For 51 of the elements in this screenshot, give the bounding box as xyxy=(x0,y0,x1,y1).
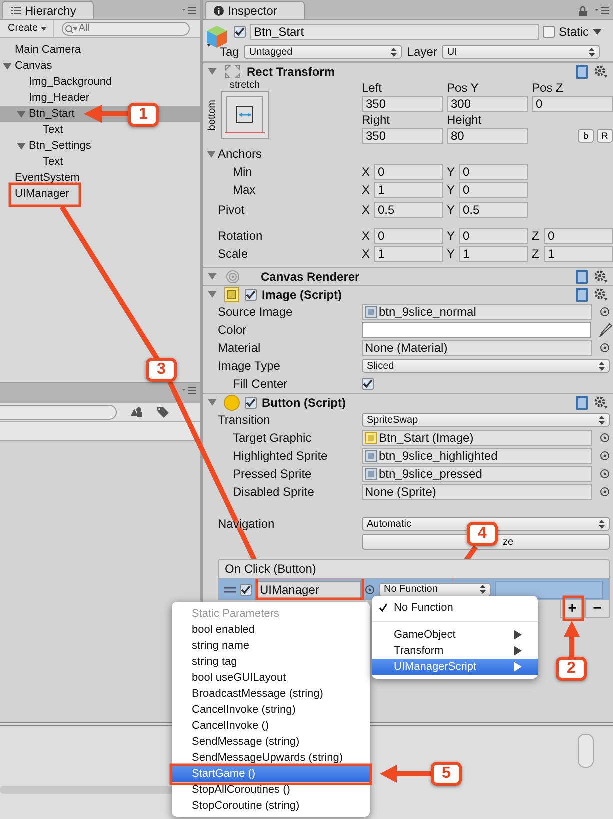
axis-label: X xyxy=(362,229,372,243)
component-title: Button (Script) xyxy=(262,396,346,410)
axis-label: Z xyxy=(532,229,540,243)
step-badge: 1 xyxy=(128,103,159,127)
property-label: Color xyxy=(217,323,248,337)
property-label: Source Image xyxy=(217,305,294,319)
step-badge: 4 xyxy=(467,522,498,546)
field-label: Pos Z xyxy=(532,81,564,96)
property-label: Min xyxy=(232,165,254,179)
axis-label: Y xyxy=(447,229,456,243)
event-list-header: On Click (Button) xyxy=(218,559,610,579)
component-title: Image (Script) xyxy=(262,288,342,302)
component-title: Canvas Renderer xyxy=(261,270,360,284)
foldout-label: Anchors xyxy=(218,147,262,161)
property-label: Material xyxy=(217,341,262,355)
property-label: Pivot xyxy=(217,203,246,217)
layer-label: Layer xyxy=(407,45,438,60)
axis-label: X xyxy=(362,203,372,217)
property-label: Pressed Sprite xyxy=(232,467,313,481)
axis-label: X xyxy=(362,165,372,179)
field-label: Left xyxy=(362,81,384,96)
step-badge: 5 xyxy=(431,762,462,786)
menu-header: Static Parameters xyxy=(191,607,280,622)
anchor-side-label: bottom xyxy=(207,100,218,130)
axis-label: X xyxy=(362,247,372,261)
property-label: Image Type xyxy=(217,359,282,373)
component-title: Rect Transform xyxy=(247,64,336,78)
axis-label: Y xyxy=(447,183,456,197)
axis-label: Z xyxy=(532,247,540,261)
static-label: Static xyxy=(559,24,590,39)
tab-title: Hierarchy xyxy=(25,4,76,18)
property-label: Max xyxy=(232,183,257,197)
property-label: Transition xyxy=(217,413,272,427)
axis-label: Y xyxy=(447,247,456,261)
step-badge: 3 xyxy=(146,358,177,382)
field-label: Pos Y xyxy=(447,81,480,96)
property-label: Scale xyxy=(217,247,250,261)
step-badge: 2 xyxy=(556,657,587,681)
axis-label: Y xyxy=(447,203,456,217)
field-label: Height xyxy=(447,113,483,128)
axis-label: Y xyxy=(447,165,456,179)
property-label: Target Graphic xyxy=(232,431,313,445)
property-label: Highlighted Sprite xyxy=(232,449,329,463)
field-label: Right xyxy=(362,113,392,128)
axis-label: X xyxy=(362,183,372,197)
property-label: Disabled Sprite xyxy=(232,485,316,499)
tag-label: Tag xyxy=(220,45,240,60)
property-label: Fill Center xyxy=(232,377,289,391)
property-label: Rotation xyxy=(217,229,264,243)
anchor-preset-label: stretch xyxy=(230,80,260,91)
tab-title: Inspector xyxy=(228,4,278,18)
